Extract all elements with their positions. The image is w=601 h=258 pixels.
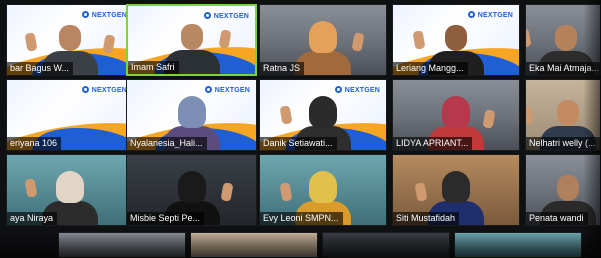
participant-name: eriyana 106 bbox=[7, 137, 62, 150]
participant-name: Evy Leoni SMPN... bbox=[260, 212, 343, 225]
nextgen-logo: NEXTGEN bbox=[335, 86, 380, 94]
participant-name: bar Bagus W... bbox=[7, 62, 74, 75]
participant-tile[interactable]: NEXTGEN eriyana 106 bbox=[6, 79, 134, 151]
participant-name: LIDYA APRIANT... bbox=[393, 137, 473, 150]
participant-tile[interactable]: NEXTGEN Leriang Mangg... bbox=[392, 4, 520, 76]
participant-tile-partial[interactable] bbox=[190, 232, 318, 258]
participant-name: Leriang Mangg... bbox=[393, 62, 468, 75]
participant-tile-partial[interactable] bbox=[454, 232, 582, 258]
participant-tile[interactable]: Nelhatri welly (... bbox=[525, 79, 601, 151]
participant-tile[interactable]: LIDYA APRIANT... bbox=[392, 79, 520, 151]
participant-name: aya Niraya bbox=[7, 212, 58, 225]
participant-name: Danik Setiawati... bbox=[260, 137, 337, 150]
participant-name: Siti Mustafidah bbox=[393, 212, 460, 225]
nextgen-logo: NEXTGEN bbox=[468, 11, 513, 19]
participant-tile[interactable]: Eka Mai Atmaja... bbox=[525, 4, 601, 76]
participant-tile-partial[interactable] bbox=[58, 232, 186, 258]
nextgen-logo: NEXTGEN bbox=[82, 86, 127, 94]
participant-tile[interactable]: Evy Leoni SMPN... bbox=[259, 154, 387, 226]
participant-name: Eka Mai Atmaja... bbox=[526, 62, 600, 75]
nextgen-logo: NEXTGEN bbox=[205, 86, 250, 94]
participant-tile[interactable]: Siti Mustafidah bbox=[392, 154, 520, 226]
participant-name: Imam Safri bbox=[128, 61, 179, 74]
camera-background bbox=[59, 233, 185, 257]
participant-tile[interactable]: Ratna JS bbox=[259, 4, 387, 76]
participant-tile[interactable]: NEXTGEN bar Bagus W... bbox=[6, 4, 134, 76]
camera-background bbox=[191, 233, 317, 257]
participant-tile[interactable]: NEXTGEN Danik Setiawati... bbox=[259, 79, 387, 151]
participant-name: Nelhatri welly (... bbox=[526, 137, 600, 150]
participant-tile-active-speaker[interactable]: NEXTGEN Imam Safri bbox=[126, 4, 257, 76]
participant-name: Ratna JS bbox=[260, 62, 305, 75]
camera-background bbox=[323, 233, 449, 257]
nextgen-logo: NEXTGEN bbox=[82, 11, 127, 19]
participant-tile[interactable]: aya Niraya bbox=[6, 154, 134, 226]
participant-tile[interactable]: Misbie Septi Pe... bbox=[126, 154, 257, 226]
participant-name: Nyalanesia_Hali... bbox=[127, 137, 207, 150]
participant-tile[interactable]: Penata wandi bbox=[525, 154, 601, 226]
video-gallery: NEXTGEN bar Bagus W... NEXTGEN Imam Safr… bbox=[0, 0, 601, 258]
participant-name: Penata wandi bbox=[526, 212, 588, 225]
participant-tile[interactable]: NEXTGEN Nyalanesia_Hali... bbox=[126, 79, 257, 151]
camera-background bbox=[455, 233, 581, 257]
participant-tile-partial[interactable] bbox=[322, 232, 450, 258]
participant-name: Misbie Septi Pe... bbox=[127, 212, 205, 225]
